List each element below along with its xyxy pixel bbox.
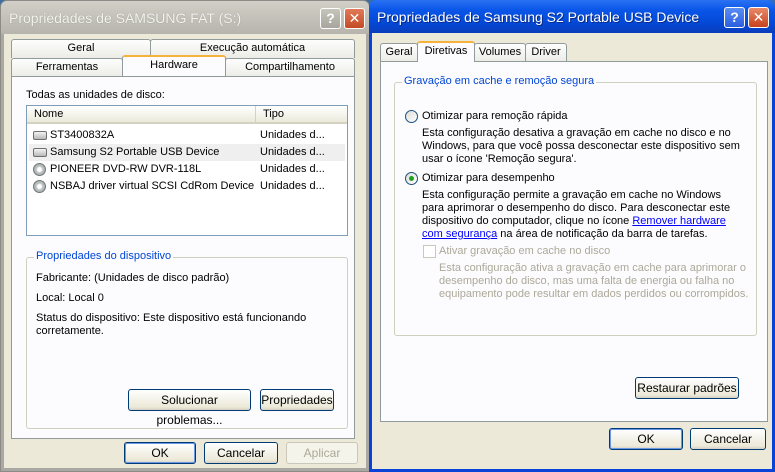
troubleshoot-button[interactable]: Solucionar problemas... [128, 389, 251, 427]
disk-type: Unidades d... [260, 163, 325, 175]
safe-remove-hardware-link-cont[interactable]: com segurança [422, 228, 497, 240]
tab-hardware[interactable]: Hardware [122, 55, 226, 76]
enable-disk-cache-description: Esta configuração ativa a gravação em ca… [439, 262, 748, 301]
quick-removal-desc-line: usar o ícone 'Remoção segura'. [422, 153, 577, 165]
cancel-button[interactable]: Cancelar [204, 442, 278, 464]
list-item[interactable]: ST3400832A Unidades d... [29, 127, 345, 144]
quick-removal-description: Esta configuração desativa a gravação em… [422, 127, 740, 166]
tab-geral[interactable]: Geral [380, 43, 418, 62]
right-client-area: Geral Diretivas Volumes Driver Gravação … [372, 33, 772, 469]
disk-type: Unidades d... [260, 146, 325, 158]
cache-removal-legend: Gravação em cache e remoção segura [402, 75, 597, 87]
properties-button[interactable]: Propriedades [260, 389, 334, 411]
disk-name: ST3400832A [50, 129, 115, 141]
disk-cache-desc-line: equipamento pode resultar em dados perdi… [439, 288, 749, 300]
list-item[interactable]: PIONEER DVD-RW DVR-118L Unidades d... [29, 161, 345, 178]
location-text: Local: Local 0 [36, 292, 104, 304]
cache-removal-group: Gravação em cache e remoção segura Otimi… [394, 75, 757, 336]
close-icon[interactable]: ✕ [344, 8, 365, 29]
enable-disk-cache-checkbox[interactable] [423, 245, 436, 258]
disk-name: Samsung S2 Portable USB Device [50, 146, 220, 158]
manufacturer-text: Fabricante: (Unidades de disco padrão) [36, 272, 230, 284]
tab-diretivas[interactable]: Diretivas [417, 41, 475, 62]
close-icon[interactable]: ✕ [748, 7, 769, 28]
disk-cache-desc-line: Esta configuração ativa a gravação em ca… [439, 262, 746, 274]
disks-label: Todas as unidades de disco: [26, 89, 165, 101]
list-item[interactable]: NSBAJ driver virtual SCSI CdRom Device U… [29, 178, 345, 195]
policies-panel: Gravação em cache e remoção segura Otimi… [380, 61, 768, 422]
right-window-title: Propriedades de Samsung S2 Portable USB … [377, 9, 700, 25]
disk-name: NSBAJ driver virtual SCSI CdRom Device [50, 180, 255, 192]
disk-type: Unidades d... [260, 180, 325, 192]
performance-desc-line: para aprimorar o desempenho do disco. Pa… [422, 202, 731, 214]
hard-drive-icon [33, 131, 47, 140]
left-client-area: Geral Execução automática Ferramentas Ha… [4, 34, 366, 468]
disk-name: PIONEER DVD-RW DVR-118L [50, 163, 202, 175]
device-status-text-cont: corretamente. [36, 325, 104, 337]
performance-desc-line: na área de notificação da barra de taref… [497, 228, 708, 240]
tab-ferramentas[interactable]: Ferramentas [11, 58, 123, 77]
tab-compartilhamento[interactable]: Compartilhamento [225, 58, 355, 77]
left-window-title: Propriedades de SAMSUNG FAT (S:) [9, 10, 242, 26]
disk-type: Unidades d... [260, 129, 325, 141]
apply-button[interactable]: Aplicar [286, 442, 358, 464]
left-title-bar[interactable]: Propriedades de SAMSUNG FAT (S:) ? ✕ [1, 1, 369, 34]
device-properties-group: Propriedades do dispositivo Fabricante: … [26, 250, 348, 429]
performance-label[interactable]: Otimizar para desempenho [422, 172, 555, 184]
device-properties-legend: Propriedades do dispositivo [34, 250, 174, 262]
help-icon[interactable]: ? [320, 8, 341, 29]
performance-desc-line: Esta configuração permite a gravação em … [422, 189, 721, 201]
performance-radio[interactable] [405, 172, 418, 185]
ok-button[interactable]: OK [124, 442, 196, 464]
quick-removal-desc-line: Windows, para que você possa desconectar… [422, 140, 740, 152]
tab-driver[interactable]: Driver [525, 43, 567, 62]
list-item[interactable]: Samsung S2 Portable USB Device Unidades … [29, 144, 345, 161]
performance-desc-line: dispositivo do computador, clique no íco… [422, 215, 633, 227]
right-title-bar[interactable]: Propriedades de Samsung S2 Portable USB … [369, 0, 775, 33]
cd-drive-icon [33, 180, 46, 193]
column-header-nome[interactable]: Nome [27, 106, 255, 124]
performance-description: Esta configuração permite a gravação em … [422, 189, 730, 241]
quick-removal-desc-line: Esta configuração desativa a gravação em… [422, 127, 731, 139]
ok-button[interactable]: OK [609, 428, 683, 450]
tab-volumes[interactable]: Volumes [474, 43, 526, 62]
hard-drive-icon [33, 148, 47, 157]
disk-list[interactable]: Nome Tipo ST3400832A Unidades d... Samsu… [26, 105, 348, 236]
quick-removal-radio[interactable] [405, 110, 418, 123]
device-status-text: Status do dispositivo: Este dispositivo … [36, 312, 307, 324]
hardware-panel: Todas as unidades de disco: Nome Tipo ST… [11, 76, 355, 439]
enable-disk-cache-label[interactable]: Ativar gravação em cache no disco [439, 245, 610, 257]
safe-remove-hardware-link[interactable]: Remover hardware [632, 215, 726, 227]
restore-defaults-button[interactable]: Restaurar padrões [635, 377, 739, 399]
quick-removal-label[interactable]: Otimizar para remoção rápida [422, 110, 568, 122]
cancel-button[interactable]: Cancelar [690, 428, 766, 450]
disk-cache-desc-line: desempenho do disco, mas uma falta de en… [439, 275, 735, 287]
left-properties-window: Propriedades de SAMSUNG FAT (S:) ? ✕ Ger… [0, 0, 370, 472]
help-icon[interactable]: ? [724, 7, 745, 28]
column-header-tipo[interactable]: Tipo [255, 106, 347, 124]
right-properties-window: Propriedades de Samsung S2 Portable USB … [369, 0, 775, 472]
cd-drive-icon [33, 163, 46, 176]
